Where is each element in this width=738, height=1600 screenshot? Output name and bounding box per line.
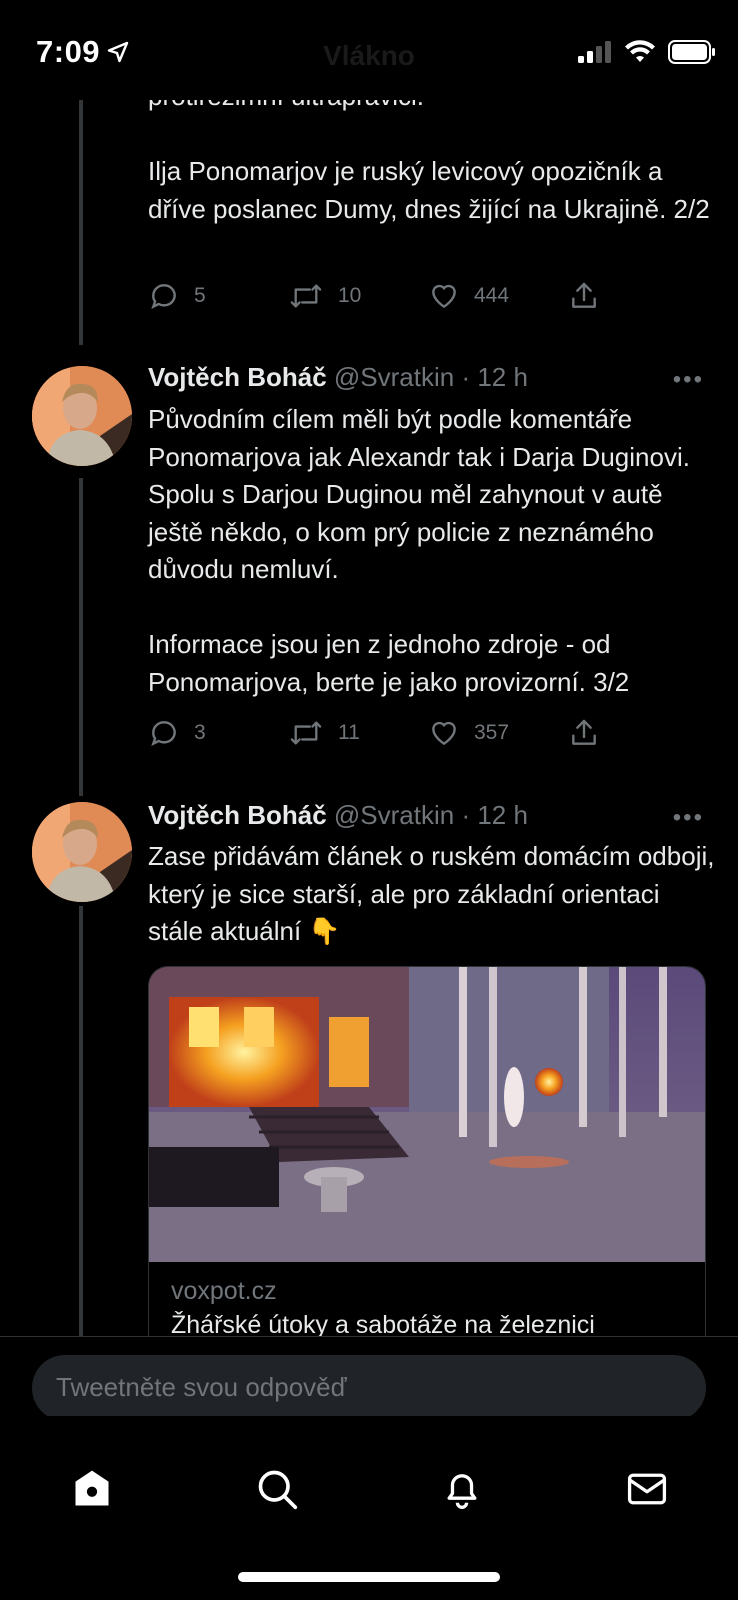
author-meta: @Svratkin · 12 h <box>333 362 528 392</box>
link-card-domain: voxpot.cz <box>171 1277 277 1305</box>
link-card[interactable]: voxpot.cz Žhářské útoky a sabotáže na že… <box>148 966 706 1336</box>
reply-button[interactable]: 3 <box>148 717 206 749</box>
search-icon <box>255 1467 299 1516</box>
home-icon <box>70 1467 114 1516</box>
heart-icon <box>428 717 460 749</box>
reply-input[interactable]: Tweetněte svou odpověď <box>32 1355 706 1421</box>
tab-bar <box>0 1416 738 1600</box>
share-icon <box>568 717 600 749</box>
tab-notifications[interactable] <box>437 1466 487 1516</box>
reply-count: 3 <box>194 721 206 744</box>
like-button[interactable]: 444 <box>428 280 509 312</box>
like-count: 357 <box>474 721 510 744</box>
wifi-icon <box>624 40 656 69</box>
author-name[interactable]: Vojtěch Boháč <box>148 362 327 392</box>
retweet-button[interactable]: 11 <box>288 717 360 749</box>
avatar[interactable] <box>32 802 132 902</box>
more-options-button[interactable]: ••• <box>673 366 704 394</box>
reply-button[interactable]: 5 <box>148 280 206 312</box>
tweet-header: Vojtěch Boháč @Svratkin · 12 h <box>148 362 528 393</box>
avatar[interactable] <box>32 366 132 466</box>
retweet-icon <box>288 280 324 312</box>
cellular-signal-icon <box>578 41 612 68</box>
reply-icon <box>148 280 180 312</box>
heart-icon <box>428 280 460 312</box>
tweet-text: Původním cílem měli být podle komentáře … <box>148 404 690 697</box>
status-bar: Vlákno 7:09 <box>0 0 738 100</box>
reply-bar: Tweetněte svou odpověď <box>0 1336 738 1421</box>
tweet-header: Vojtěch Boháč @Svratkin · 12 h <box>148 800 528 831</box>
battery-icon <box>668 40 716 69</box>
reply-count: 5 <box>194 284 206 307</box>
tweet-thread: protirežimní ultrapravici. Ilja Ponomarj… <box>0 0 738 1336</box>
link-card-title: Žhářské útoky a sabotáže na železnici <box>171 1311 595 1336</box>
author-name[interactable]: Vojtěch Boháč <box>148 800 327 830</box>
retweet-count: 10 <box>338 284 362 307</box>
tab-search[interactable] <box>252 1466 302 1516</box>
retweet-icon <box>288 717 324 749</box>
link-card-image <box>149 967 705 1262</box>
home-indicator[interactable] <box>238 1572 500 1582</box>
like-count: 444 <box>474 284 510 307</box>
mail-icon <box>625 1467 669 1516</box>
tweet-text: Ilja Ponomarjov je ruský levicový opozič… <box>148 156 710 224</box>
share-icon <box>568 280 600 312</box>
share-button[interactable] <box>568 280 600 312</box>
tweet-actions: 5 10 444 <box>148 280 618 320</box>
tweet-actions: 3 11 357 <box>148 717 618 757</box>
thread-line <box>79 100 83 345</box>
retweet-button[interactable]: 10 <box>288 280 361 312</box>
like-button[interactable]: 357 <box>428 717 509 749</box>
author-meta: @Svratkin · 12 h <box>333 800 528 830</box>
reply-icon <box>148 717 180 749</box>
tab-home[interactable] <box>67 1466 117 1516</box>
share-button[interactable] <box>568 717 600 749</box>
thread-line <box>79 906 83 1336</box>
status-time: 7:09 <box>36 34 101 69</box>
bell-icon <box>440 1467 484 1516</box>
location-arrow-icon <box>106 40 130 69</box>
tab-messages[interactable] <box>622 1466 672 1516</box>
retweet-count: 11 <box>338 721 360 744</box>
tweet-text: Zase přidávám článek o ruském domácím od… <box>148 841 715 946</box>
more-options-button[interactable]: ••• <box>673 804 704 832</box>
thread-line <box>79 478 83 796</box>
